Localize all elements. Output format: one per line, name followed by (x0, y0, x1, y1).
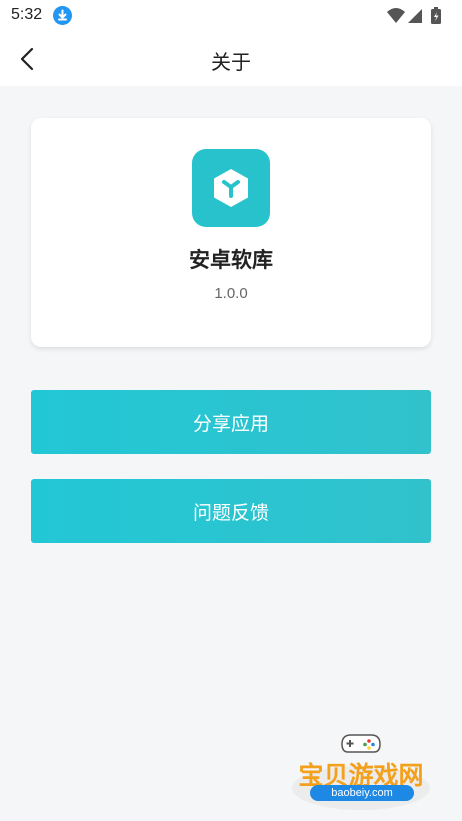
feedback-button[interactable]: 问题反馈 (31, 479, 431, 543)
status-time: 5:32 (11, 6, 43, 23)
app-info-card: 安卓软库 1.0.0 (31, 118, 431, 347)
wifi-icon (387, 8, 405, 23)
battery-icon (431, 7, 441, 24)
app-bar: 关于 (0, 34, 462, 86)
signal-icon (408, 9, 422, 23)
watermark-url: baobeiy.com (310, 785, 414, 801)
watermark-logo: 宝贝游戏网 baobeiy.com (286, 730, 436, 812)
status-bar: 5:32 (0, 0, 462, 34)
gamepad-icon (341, 734, 381, 753)
page-title: 关于 (211, 50, 251, 74)
app-name: 安卓软库 (189, 248, 273, 272)
cube-logo-icon (214, 169, 248, 207)
app-version: 1.0.0 (214, 285, 248, 302)
status-icons (386, 6, 448, 26)
download-notification-icon (53, 6, 72, 25)
share-app-button[interactable]: 分享应用 (31, 390, 431, 454)
app-logo (192, 149, 270, 227)
about-screen: 5:32 关于 安卓软库 1.0.0 分享应用 问题反馈 宝贝游戏网 baobe… (0, 0, 462, 821)
